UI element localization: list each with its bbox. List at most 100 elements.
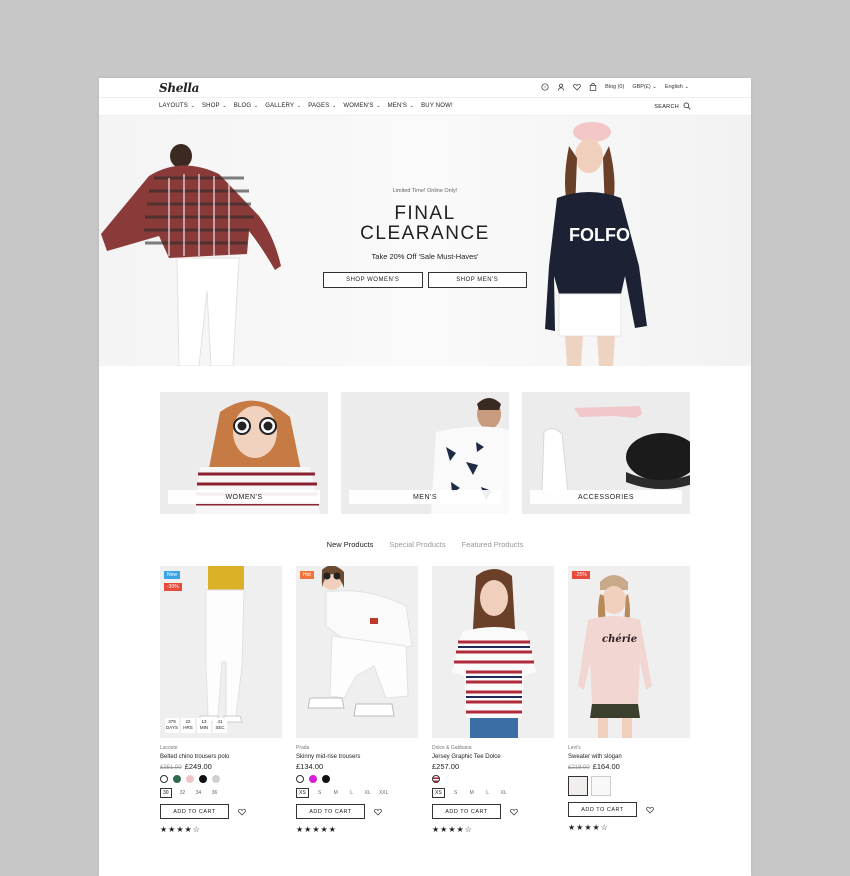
hero-content: Limited Time! Online Only! FINAL CLEARAN… — [323, 188, 527, 288]
swatch-green[interactable] — [173, 775, 181, 783]
currency-select[interactable]: GBP(£) ⌄ — [632, 84, 656, 90]
countdown-minutes: 13 MIN — [197, 718, 211, 733]
add-to-cart-button[interactable]: ADD TO CART — [160, 804, 229, 819]
product-image[interactable]: New -30% 379 DAYS 22 HRS 13 MIN 41 SEC — [160, 566, 282, 738]
image-swatch-white[interactable] — [591, 776, 611, 796]
size-option[interactable]: 32 — [178, 788, 188, 798]
wishlist-heart-icon[interactable] — [238, 808, 246, 816]
size-option[interactable]: S — [451, 788, 461, 798]
search-button[interactable]: SEARCH — [654, 102, 691, 112]
hero-kicker: Limited Time! Online Only! — [392, 188, 458, 194]
product-card: Dolce & Gabbana Jersey Graphic Tee Dolce… — [432, 566, 554, 834]
product-image[interactable]: Hot — [296, 566, 418, 738]
size-option[interactable]: M — [467, 788, 477, 798]
product-brand[interactable]: Prada — [296, 745, 418, 751]
chevron-down-icon: ⌄ — [330, 103, 337, 109]
category-womens[interactable]: WOMEN'S — [160, 392, 328, 514]
wishlist-icon[interactable] — [573, 83, 581, 91]
nav-pages[interactable]: PAGES ⌄ — [308, 103, 336, 109]
size-option[interactable]: XS — [432, 788, 445, 798]
tab-featured-products[interactable]: Featured Products — [462, 540, 524, 549]
product-name[interactable]: Skinny mid-rise trousers — [296, 754, 418, 760]
current-price: £164.00 — [592, 762, 620, 771]
product-brand[interactable]: Levi's — [568, 745, 690, 751]
tab-special-products[interactable]: Special Products — [389, 540, 445, 549]
nav-label: SHOP — [201, 103, 220, 109]
wishlist-heart-icon[interactable] — [510, 808, 518, 816]
category-mens[interactable]: MEN'S — [341, 392, 509, 514]
swatch-pink[interactable] — [186, 775, 194, 783]
rating-stars: ★★★★★ — [296, 825, 337, 834]
nav-label: LAYOUTS — [159, 103, 188, 109]
add-to-cart-button[interactable]: ADD TO CART — [296, 804, 365, 819]
product-name[interactable]: Jersey Graphic Tee Dolce — [432, 754, 554, 760]
current-price: £249.00 — [184, 762, 212, 771]
swatch-black[interactable] — [199, 775, 207, 783]
help-icon[interactable]: ? — [541, 83, 549, 91]
add-to-cart-button[interactable]: ADD TO CART — [432, 804, 501, 819]
nav-shop[interactable]: SHOP ⌄ — [202, 103, 227, 109]
size-option[interactable]: M — [331, 788, 341, 798]
nav-mens[interactable]: MEN'S ⌄ — [388, 103, 414, 109]
swatch-magenta[interactable] — [309, 775, 317, 783]
product-image[interactable]: chérie -25% — [568, 566, 690, 738]
product-card: New -30% 379 DAYS 22 HRS 13 MIN 41 SEC Lacos… — [160, 566, 282, 834]
current-price: £134.00 — [296, 762, 324, 771]
wishlist-heart-icon[interactable] — [646, 806, 654, 814]
nav-blog[interactable]: BLOG ⌄ — [234, 103, 258, 109]
size-option[interactable]: 34 — [194, 788, 204, 798]
product-brand[interactable]: Dolce & Gabbana — [432, 745, 554, 751]
swatch-striped[interactable] — [432, 775, 440, 783]
rating-stars: ★★★★☆ — [568, 823, 609, 832]
swatch-white[interactable] — [296, 775, 304, 783]
size-option[interactable]: L — [347, 788, 357, 798]
size-option[interactable]: L — [483, 788, 493, 798]
image-swatch-pink[interactable] — [568, 776, 588, 796]
badge-discount: -25% — [572, 571, 590, 579]
nav-gallery[interactable]: GALLERY ⌄ — [265, 103, 301, 109]
size-option[interactable]: XS — [296, 788, 309, 798]
language-select[interactable]: English ⌄ — [665, 84, 689, 90]
hero-subtitle: Take 20% Off 'Sale Must-Haves' — [371, 252, 479, 261]
swatch-white[interactable] — [160, 775, 168, 783]
size-option[interactable]: S — [315, 788, 325, 798]
nav-womens[interactable]: WOMEN'S ⌄ — [343, 103, 380, 109]
chevron-down-icon: ⌄ — [408, 103, 415, 109]
category-label: ACCESSORIES — [530, 490, 682, 504]
size-option[interactable]: 36 — [210, 788, 220, 798]
size-option[interactable]: XL — [363, 788, 373, 798]
search-icon — [683, 102, 691, 112]
chevron-down-icon: ⌄ — [220, 103, 227, 109]
hero-title-line2: CLEARANCE — [360, 223, 490, 244]
currency-value: GBP(£) — [632, 84, 651, 90]
countdown-unit: SEC — [215, 725, 225, 730]
category-accessories[interactable]: ACCESSORIES — [522, 392, 690, 514]
product-image[interactable] — [432, 566, 554, 738]
product-name[interactable]: Belted chino trousers polo — [160, 754, 282, 760]
shop-womens-button[interactable]: SHOP WOMEN'S — [323, 272, 423, 288]
logo[interactable]: Shella — [159, 81, 199, 95]
page: Shella ? Blog (0) GBP(£) ⌄ English ⌄ LAY… — [99, 78, 751, 876]
add-to-cart-button[interactable]: ADD TO CART — [568, 802, 637, 817]
current-price: £257.00 — [432, 762, 460, 771]
nav-buy-now[interactable]: BUY NOW! — [421, 103, 453, 109]
swatch-grey[interactable] — [212, 775, 220, 783]
cart-icon[interactable] — [589, 83, 597, 91]
shop-mens-button[interactable]: SHOP MEN'S — [427, 272, 527, 288]
chevron-down-icon: ⌄ — [188, 103, 195, 109]
svg-text:FOLFO: FOLFO — [569, 225, 630, 245]
nav-layouts[interactable]: LAYOUTS ⌄ — [159, 103, 195, 109]
product-card: Hot Prada Skinny mid-rise trousers £134.… — [296, 566, 418, 834]
size-option[interactable]: XXL — [379, 788, 389, 798]
tab-new-products[interactable]: New Products — [327, 540, 374, 549]
blog-link[interactable]: Blog (0) — [605, 84, 624, 90]
product-photo — [160, 566, 282, 738]
wishlist-heart-icon[interactable] — [374, 808, 382, 816]
product-price: £134.00 — [296, 762, 418, 771]
user-icon[interactable] — [557, 83, 565, 91]
size-option[interactable]: 30 — [160, 788, 172, 798]
product-brand[interactable]: Lacoste — [160, 745, 282, 751]
swatch-black[interactable] — [322, 775, 330, 783]
size-option[interactable]: XL — [499, 788, 509, 798]
product-name[interactable]: Sweater with slogan — [568, 754, 690, 760]
